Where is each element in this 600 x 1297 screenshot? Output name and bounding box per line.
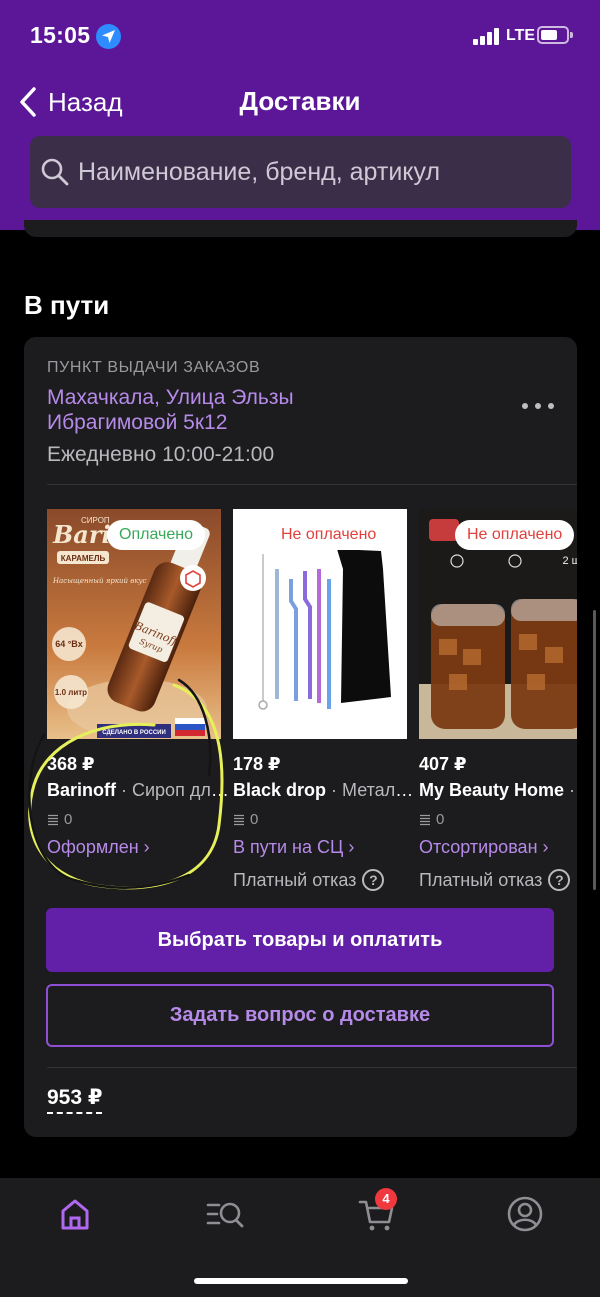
- header: 15:05 LTE Назад Доставки: [0, 0, 600, 230]
- search-icon: [41, 158, 69, 186]
- catalog-search-icon: [206, 1202, 244, 1228]
- section-title: В пути: [24, 290, 110, 320]
- location-arrow-icon: [96, 24, 121, 49]
- chevron-left-icon: [20, 87, 36, 117]
- help-icon[interactable]: ?: [548, 869, 571, 891]
- divider: [47, 1067, 577, 1068]
- back-label: Назад: [48, 86, 123, 117]
- paid-refusal-info[interactable]: Платный отказ?: [419, 869, 571, 891]
- search-input[interactable]: [78, 157, 558, 187]
- item-status-link[interactable]: В пути на СЦ ›: [233, 837, 354, 858]
- tab-home[interactable]: [55, 1194, 95, 1234]
- paid-refusal-info[interactable]: Платный отказ?: [233, 869, 385, 891]
- made-in-russia-text: СДЕЛАНО В РОССИИ: [102, 730, 166, 736]
- item-status-link[interactable]: Отсортирован ›: [419, 837, 549, 858]
- network-type: LTE: [506, 27, 536, 44]
- syrup-taste-text: Насыщенный яркий вкус: [52, 577, 147, 585]
- scroll-indicator: [593, 610, 596, 890]
- cart-count-badge: 4: [375, 1188, 397, 1210]
- list-icon: [48, 814, 58, 825]
- payment-badge: Не оплачено: [269, 520, 389, 550]
- delivery-card: ПУНКТ ВЫДАЧИ ЗАКАЗОВ Махачкала, Улица Эл…: [24, 337, 577, 1137]
- status-time: 15:05: [30, 22, 91, 48]
- product-image-glasses[interactable]: 2 шт Не оплачено: [419, 509, 577, 739]
- home-icon: [61, 1199, 89, 1230]
- items-carousel[interactable]: Barinoff Syrup Barinoff СИРОП КАРАМЕЛЬ Н…: [47, 509, 577, 899]
- syrup-brix-text: 64 °Bx: [55, 639, 83, 649]
- item-status-link[interactable]: Оформлен ›: [47, 837, 150, 858]
- search-bar[interactable]: [30, 136, 571, 208]
- tab-catalog[interactable]: [205, 1194, 245, 1234]
- cellular-signal-icon: [473, 27, 501, 45]
- pickup-point-label: ПУНКТ ВЫДАЧИ ЗАКАЗОВ: [47, 359, 261, 376]
- item-name: Barinoff · Сироп для кофе: [47, 780, 231, 800]
- profile-icon: [507, 1196, 543, 1232]
- page-title: Доставки: [239, 86, 361, 116]
- delivery-total[interactable]: 953 ₽: [47, 1085, 103, 1114]
- item-quantity: 0: [47, 811, 72, 828]
- ask-question-button[interactable]: Задать вопрос о доставке: [46, 984, 554, 1047]
- select-and-pay-button[interactable]: Выбрать товары и оплатить: [46, 908, 554, 972]
- tab-cart[interactable]: 4: [357, 1188, 397, 1234]
- syrup-tag-text: СИРОП: [81, 516, 110, 525]
- payment-badge: Оплачено: [107, 520, 205, 550]
- pickup-address[interactable]: Махачкала, Улица Эльзы Ибрагимовой 5к12: [47, 385, 377, 435]
- item-name: My Beauty Home · Стаканы: [419, 780, 577, 800]
- item-price: 178 ₽: [233, 754, 281, 774]
- previous-card-edge: [24, 220, 577, 237]
- item-price: 368 ₽: [47, 754, 95, 774]
- back-button[interactable]: Назад: [18, 84, 123, 120]
- list-icon: [420, 814, 430, 825]
- more-options-icon[interactable]: [518, 395, 558, 419]
- battery-icon: [537, 26, 573, 44]
- item-name: Black drop · Металлические трубочки: [233, 780, 417, 800]
- home-indicator: [194, 1278, 408, 1284]
- item-quantity: 0: [233, 811, 258, 828]
- list-icon: [234, 814, 244, 825]
- glasses-count-text: 2 шт: [562, 555, 577, 567]
- help-icon[interactable]: ?: [362, 869, 385, 891]
- status-bar: 15:05 LTE: [0, 0, 600, 72]
- syrup-volume-text: 1.0 литр: [55, 688, 87, 697]
- tab-profile[interactable]: [505, 1194, 545, 1234]
- item-quantity: 0: [419, 811, 444, 828]
- syrup-flavor-text: КАРАМЕЛЬ: [61, 554, 106, 563]
- product-image-straws[interactable]: Не оплачено: [233, 509, 407, 739]
- pickup-hours: Ежедневно 10:00-21:00: [47, 443, 275, 466]
- item-price: 407 ₽: [419, 754, 467, 774]
- product-image-syrup[interactable]: Barinoff Syrup Barinoff СИРОП КАРАМЕЛЬ Н…: [47, 509, 221, 739]
- divider: [47, 484, 577, 485]
- payment-badge: Не оплачено: [455, 520, 575, 550]
